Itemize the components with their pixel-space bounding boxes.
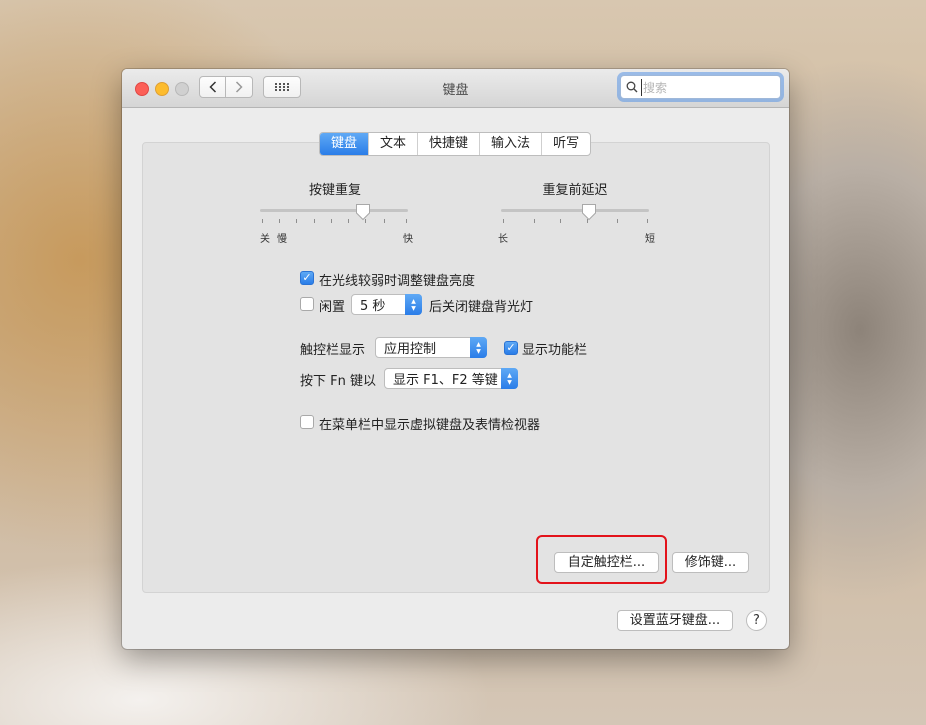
key-repeat-min-label-off: 关 [260,234,270,245]
tab-input-sources[interactable]: 输入法 [480,133,543,155]
show-control-strip-checkbox[interactable]: ✓ [504,341,518,355]
fn-key-label: 按下 Fn 键以 [300,374,376,389]
delay-min-label: 长 [498,234,508,245]
fn-key-popup[interactable]: 显示 F1、F2 等键 ▲ ▼ [384,368,518,389]
idle-backlight-checkbox[interactable] [300,297,314,311]
search-field[interactable]: 搜索 [620,75,781,99]
show-control-strip-label: 显示功能栏 [522,343,588,358]
tab-keyboard[interactable]: 键盘 [320,133,370,155]
delay-until-repeat-label: 重复前延迟 [542,183,608,198]
fn-key-value: 显示 F1、F2 等键 [393,373,498,388]
search-icon [626,81,638,93]
checkmark-icon: ✓ [302,271,312,284]
help-button[interactable]: ? [746,610,767,631]
tab-shortcuts[interactable]: 快捷键 [418,133,481,155]
key-repeat-label: 按键重复 [308,183,361,198]
adjust-brightness-label: 在光线较弱时调整键盘亮度 [319,274,476,289]
key-repeat-max-label: 快 [403,234,413,245]
idle-backlight-label-after: 后关闭键盘背光灯 [429,300,534,315]
key-repeat-slider-thumb[interactable] [355,203,371,221]
delay-until-repeat-slider-thumb[interactable] [581,203,597,221]
popup-arrows-icon: ▲ ▼ [405,294,422,315]
delay-max-label: 短 [645,234,655,245]
idle-time-popup[interactable]: 5 秒 ▲ ▼ [351,294,422,315]
tab-text[interactable]: 文本 [369,133,419,155]
search-placeholder: 搜索 [641,78,668,96]
setup-bluetooth-keyboard-button[interactable]: 设置蓝牙键盘... [617,610,733,631]
checkmark-icon: ✓ [506,341,516,354]
show-keyboard-viewer-label: 在菜单栏中显示虚拟键盘及表情检视器 [319,418,541,433]
tab-bar: 键盘 文本 快捷键 输入法 听写 [319,132,592,156]
idle-backlight-label-before: 闲置 [319,300,346,315]
key-repeat-min-label-slow: 慢 [277,234,287,245]
key-repeat-slider[interactable] [260,203,410,233]
touchbar-display-value: 应用控制 [384,342,437,357]
tab-dictation[interactable]: 听写 [542,133,590,155]
touchbar-display-label: 触控栏显示 [300,343,366,358]
popup-arrows-icon: ▲ ▼ [501,368,518,389]
title-bar: 键盘 搜索 [122,69,789,108]
keyboard-preferences-window: 键盘 搜索 键盘 文本 快捷键 输入法 听写 按键重复 关 慢 快 重复前延迟 [122,69,789,649]
popup-arrows-icon: ▲ ▼ [470,337,487,358]
delay-until-repeat-slider[interactable] [501,203,651,233]
idle-time-value: 5 秒 [360,299,386,314]
show-keyboard-viewer-checkbox[interactable] [300,415,314,429]
highlight-annotation [536,535,667,584]
adjust-brightness-checkbox[interactable]: ✓ [300,271,314,285]
touchbar-display-popup[interactable]: 应用控制 ▲ ▼ [375,337,487,358]
modifier-keys-button[interactable]: 修饰键... [672,552,749,573]
